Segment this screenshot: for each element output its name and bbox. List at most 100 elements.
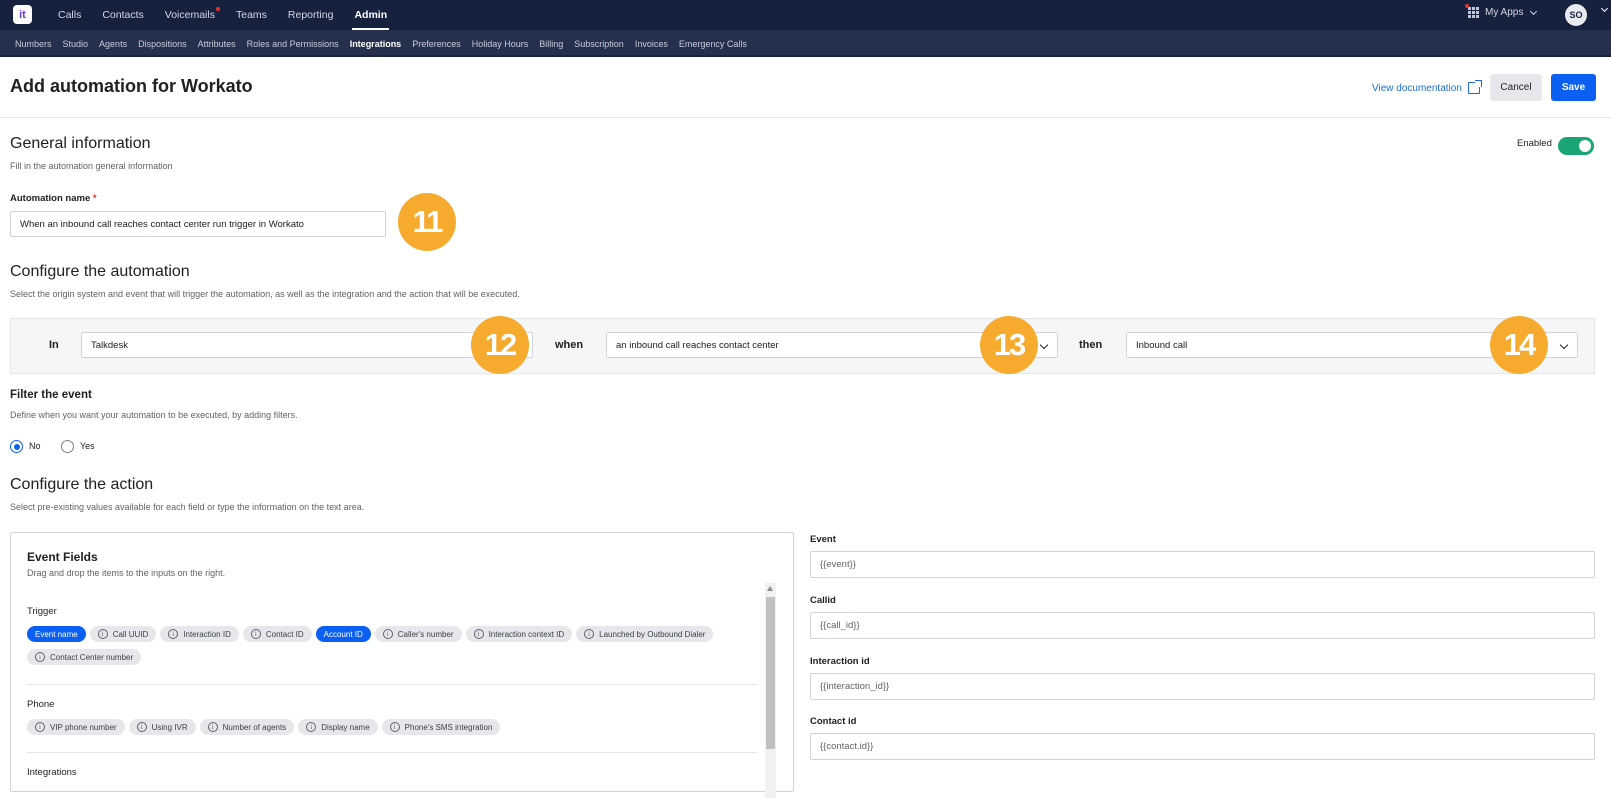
step-badge-12: 12 (471, 316, 529, 374)
origin-system-select[interactable]: Talkdesk (81, 332, 533, 358)
event-field-chip[interactable]: i VIP phone number (27, 719, 125, 735)
callid-field-label: Callid (810, 595, 836, 606)
interaction-id-field-label: Interaction id (810, 656, 870, 667)
info-icon: i (168, 629, 179, 639)
automation-name-label: Automation name * (10, 193, 97, 204)
nav-voicemails[interactable]: Voicemails (165, 0, 220, 30)
automation-name-input[interactable]: When an inbound call reaches contact cen… (10, 211, 386, 237)
automation-name-label-text: Automation name (10, 193, 91, 204)
group-divider (27, 752, 757, 753)
event-field-chip[interactable]: Event name (27, 626, 86, 642)
chip-label: Using IVR (151, 722, 188, 732)
step-badge-13: 13 (980, 316, 1038, 374)
talkdesk-logo[interactable]: it (13, 5, 32, 24)
my-apps-menu[interactable]: My Apps (1465, 4, 1538, 18)
general-information-subtitle: Fill in the automation general informati… (10, 161, 173, 171)
group-divider (27, 684, 757, 685)
scrollbar-thumb[interactable] (766, 597, 775, 749)
enabled-label: Enabled (1517, 138, 1552, 149)
subnav-agents[interactable]: Agents (99, 39, 127, 49)
subnav-roles-and-permissions[interactable]: Roles and Permissions (247, 39, 339, 49)
event-field-chip[interactable]: i Phone's SMS integration (381, 719, 501, 735)
nav-admin[interactable]: Admin (352, 0, 389, 30)
view-documentation-link[interactable]: View documentation (1372, 80, 1482, 94)
filter-yes-radio[interactable] (61, 440, 74, 453)
info-icon: i (389, 722, 400, 732)
event-field-chip[interactable]: i Caller's number (374, 626, 462, 642)
header-divider (0, 117, 1611, 118)
nav-reporting[interactable]: Reporting (288, 0, 334, 30)
info-icon: i (306, 722, 317, 732)
subnav-billing[interactable]: Billing (539, 39, 563, 49)
chip-label: Launched by Outbound Dialer (599, 629, 706, 639)
phone-chips: i VIP phone number i Using IVR i Number of ag… (27, 719, 727, 735)
chip-label: Account ID (323, 629, 363, 639)
event-field-chip[interactable]: i Contact Center number (27, 649, 142, 665)
event-field-chip[interactable]: i Launched by Outbound Dialer (576, 626, 714, 642)
in-label: In (49, 339, 59, 351)
info-icon: i (250, 629, 261, 639)
event-field-input[interactable]: {{event}} (810, 551, 1595, 578)
chip-label: Contact Center number (50, 652, 134, 662)
subnav-holiday-hours[interactable]: Holiday Hours (472, 39, 529, 49)
nav-contacts-label: Contacts (102, 9, 144, 21)
event-field-chip[interactable]: i Display name (298, 719, 378, 735)
subnav-preferences[interactable]: Preferences (412, 39, 461, 49)
filter-event-title: Filter the event (10, 389, 92, 401)
subnav-numbers[interactable]: Numbers (15, 39, 52, 49)
event-field-chip[interactable]: i Interaction ID (160, 626, 239, 642)
filter-yes-label: Yes (80, 441, 95, 451)
chip-label: Interaction ID (183, 629, 231, 639)
chip-label: VIP phone number (50, 722, 117, 732)
subnav-integrations[interactable]: Integrations (350, 39, 402, 49)
chip-label: Display name (321, 722, 370, 732)
event-field-chip[interactable]: i Contact ID (242, 626, 312, 642)
subnav-studio[interactable]: Studio (63, 39, 89, 49)
group-label-trigger: Trigger (27, 606, 57, 617)
event-fields-panel: Event Fields Drag and drop the items to … (10, 532, 794, 798)
chip-label: Contact ID (265, 629, 304, 639)
my-apps-label: My Apps (1485, 7, 1524, 18)
interaction-id-field-input[interactable]: {{interaction_id}} (810, 673, 1595, 700)
info-icon: i (584, 629, 595, 639)
external-link-icon (1467, 80, 1482, 94)
admin-sub-navigation: Numbers Studio Agents Dispositions Attri… (0, 30, 1611, 57)
nav-admin-label: Admin (354, 9, 388, 21)
event-field-chip[interactable]: i Call UUID (89, 626, 157, 642)
page-title: Add automation for Workato (10, 76, 253, 96)
filter-no-radio[interactable] (10, 440, 23, 453)
top-nav: Calls Contacts Voicemails Teams Reportin… (58, 0, 408, 30)
subnav-subscription[interactable]: Subscription (574, 39, 624, 49)
nav-contacts[interactable]: Contacts (102, 0, 143, 30)
event-field-chip[interactable]: i Interaction context ID (465, 626, 573, 642)
info-icon: i (473, 629, 484, 639)
nav-teams[interactable]: Teams (236, 0, 267, 30)
cancel-button[interactable]: Cancel (1490, 74, 1542, 101)
chip-label: Interaction context ID (488, 629, 565, 639)
chevron-down-icon[interactable] (1600, 4, 1609, 13)
configure-action-subtitle: Select pre-existing values available for… (10, 502, 365, 512)
enabled-toggle[interactable] (1558, 137, 1594, 155)
nav-calls[interactable]: Calls (58, 0, 81, 30)
subnav-emergency-calls[interactable]: Emergency Calls (679, 39, 747, 49)
view-documentation-label: View documentation (1372, 82, 1462, 94)
subnav-attributes[interactable]: Attributes (198, 39, 236, 49)
save-button[interactable]: Save (1551, 74, 1596, 101)
configure-automation-subtitle: Select the origin system and event that … (10, 289, 520, 299)
subnav-dispositions[interactable]: Dispositions (138, 39, 187, 49)
event-field-chip[interactable]: Account ID (315, 626, 371, 642)
callid-field-input[interactable]: {{call_id}} (810, 612, 1595, 639)
event-field-chip[interactable]: i Using IVR (128, 719, 196, 735)
subnav-invoices[interactable]: Invoices (635, 39, 668, 49)
event-fields-scrollbar[interactable] (765, 583, 776, 798)
chevron-down-icon (1530, 7, 1538, 15)
filter-no-label: No (29, 441, 41, 451)
event-field-chip[interactable]: i Number of agents (199, 719, 295, 735)
scroll-up-arrow-icon[interactable] (767, 586, 773, 591)
user-avatar[interactable]: SO (1565, 4, 1587, 26)
when-label: when (555, 339, 584, 351)
contact-id-field-input[interactable]: {{contact.id}} (810, 733, 1595, 760)
apps-grid-icon (1465, 4, 1479, 18)
info-icon: i (136, 722, 147, 732)
event-fields-subtitle: Drag and drop the items to the inputs on… (27, 568, 226, 578)
